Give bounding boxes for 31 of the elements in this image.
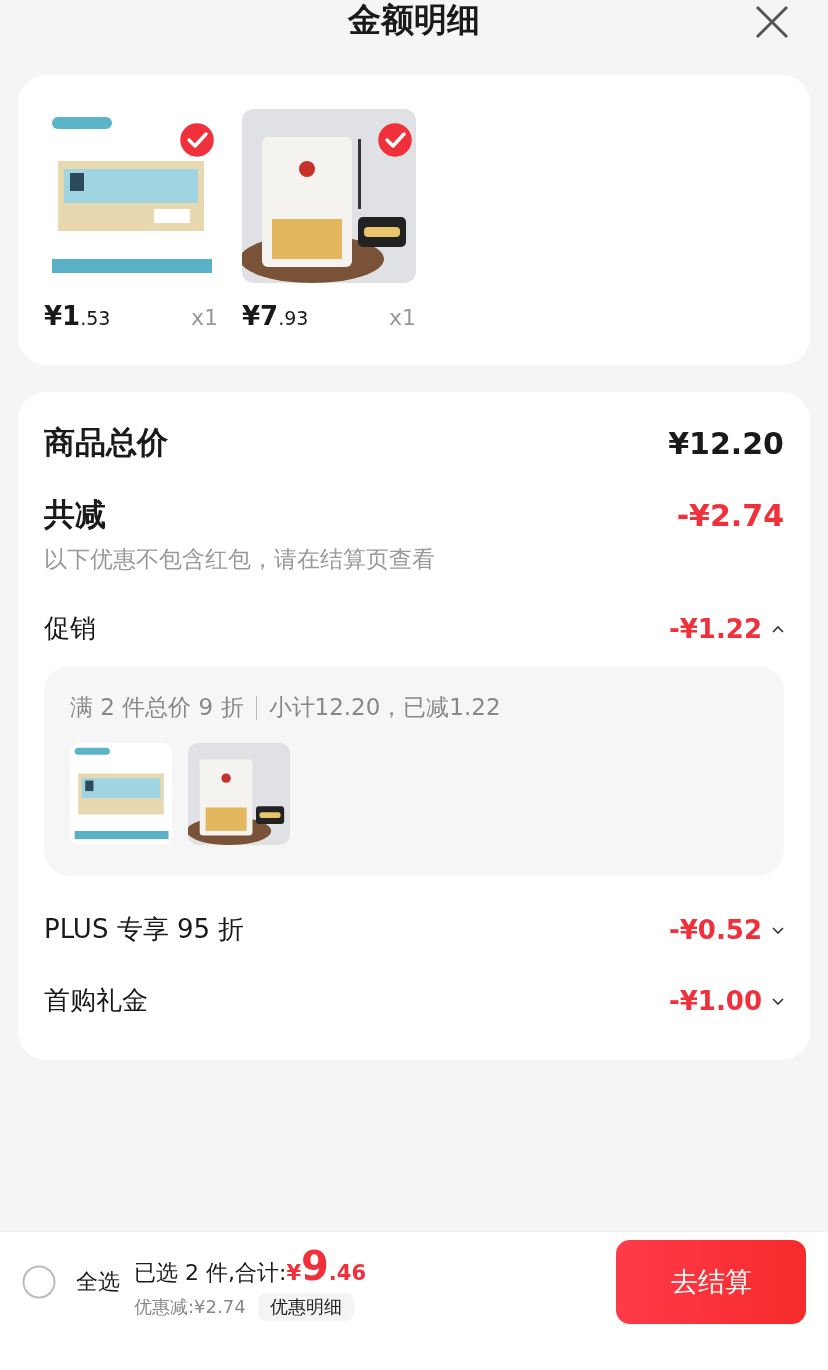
total-value: ¥12.20 [668, 425, 784, 461]
discount-detail-button[interactable]: 优惠明细 [257, 1293, 354, 1321]
discount-amount: 优惠减:¥2.74 [134, 1295, 246, 1319]
promotion-label: 首购礼金 [44, 984, 148, 1017]
checked-icon[interactable] [378, 123, 412, 157]
promotion-label: 促销 [44, 612, 96, 645]
discount-note: 以下优惠不包含红包，请在结算页查看 [44, 545, 436, 574]
page-title: 金额明细 [348, 0, 480, 41]
checked-icon[interactable] [180, 123, 214, 157]
total-label: 商品总价 [44, 423, 168, 462]
promotion-amount: -¥1.22 [668, 613, 762, 644]
product-quantity: x1 [190, 305, 218, 330]
close-icon[interactable] [754, 4, 790, 40]
select-all-label[interactable]: 全选 [76, 1267, 120, 1297]
selected-count: 已选 2 件,合计: [134, 1259, 287, 1287]
promotion-amount: -¥0.52 [668, 914, 762, 945]
product-price: ¥1.53 [44, 301, 111, 331]
chevron-up-icon[interactable] [772, 624, 784, 633]
unchecked-circle-icon[interactable] [22, 1265, 56, 1299]
chevron-down-icon[interactable] [772, 996, 784, 1005]
promotion-amount: -¥1.00 [668, 985, 762, 1016]
discount-label: 共减 [44, 495, 106, 534]
product-price: ¥7.93 [242, 301, 309, 331]
promotion-label: PLUS 专享 95 折 [44, 913, 245, 946]
discount-value: -¥2.74 [676, 497, 784, 533]
product-quantity: x1 [388, 305, 416, 330]
total-price: ¥9.46 [286, 1243, 367, 1289]
promotion-rule: 满 2 件总价 9 折 [70, 693, 244, 722]
checkout-button[interactable]: 去结算 [616, 1240, 806, 1324]
promotion-subtotal: 小计12.20，已减1.22 [268, 693, 501, 722]
chevron-down-icon[interactable] [772, 925, 784, 934]
